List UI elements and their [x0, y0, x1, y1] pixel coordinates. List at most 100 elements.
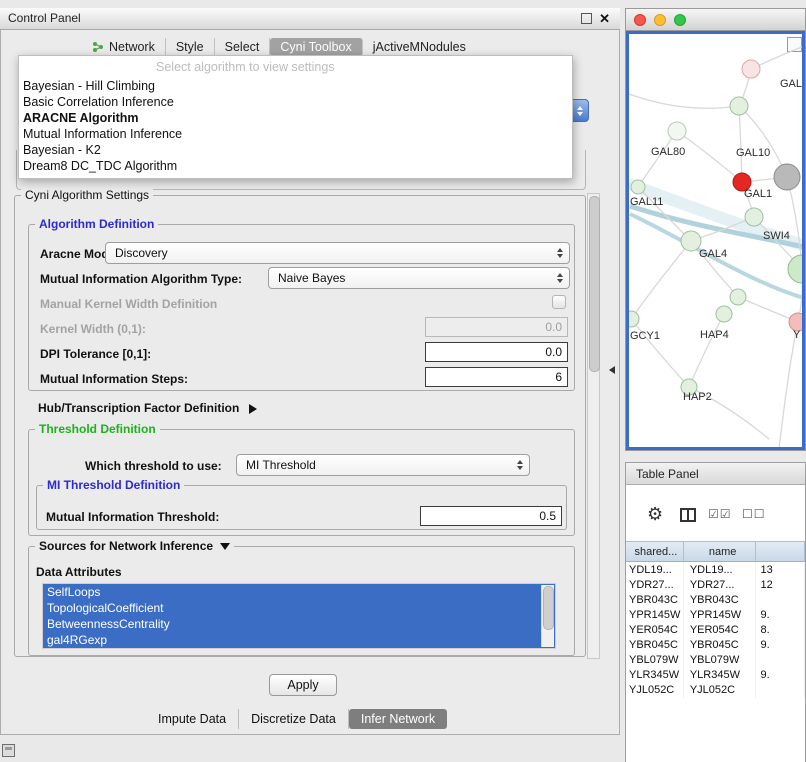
tab-discretize-data[interactable]: Discretize Data	[239, 709, 349, 729]
cell[interactable]: YER054C	[684, 623, 757, 638]
which-threshold-select[interactable]: MI Threshold	[236, 454, 530, 476]
table-row[interactable]: YLR345WYLR345W9.	[626, 668, 805, 683]
table-row[interactable]: YBR043CYBR043C	[626, 593, 805, 608]
deselect-all-icon[interactable]: ☐☐	[742, 507, 766, 521]
table-row[interactable]: YBR045CYBR045C9.	[626, 638, 805, 653]
mi-steps-field[interactable]: 6	[425, 367, 568, 387]
cell[interactable]: YLR345W	[684, 668, 757, 683]
cell[interactable]: YBR043C	[626, 593, 684, 608]
combo-arrows-icon	[557, 273, 563, 283]
table-row[interactable]: YBL079WYBL079W	[626, 653, 805, 668]
cell[interactable]	[756, 653, 805, 668]
combo-value: Discovery	[115, 246, 168, 260]
attribute-item[interactable]: gal4RGexp	[43, 632, 555, 648]
scrollbar-thumb[interactable]	[589, 196, 600, 372]
minimize-button[interactable]	[654, 14, 666, 26]
tab-cyni-toolbox[interactable]: Cyni Toolbox	[270, 38, 362, 56]
mi-type-select[interactable]: Naive Bayes	[268, 267, 570, 289]
cell[interactable]: 9.	[756, 668, 805, 683]
mi-threshold-field[interactable]: 0.5	[420, 506, 562, 526]
cell[interactable]	[756, 683, 805, 698]
network-window-titlebar[interactable]	[626, 9, 805, 31]
columns-icon[interactable]	[680, 508, 696, 522]
cell[interactable]	[756, 593, 805, 608]
table-row[interactable]: YDR27...YDR27...12	[626, 578, 805, 593]
column-header[interactable]: name	[684, 542, 757, 561]
algorithm-option-selected[interactable]: ARACNE Algorithm	[19, 110, 572, 126]
aracne-mode-select[interactable]: Discovery	[105, 242, 570, 264]
table-row[interactable]: YPR145WYPR145W9.	[626, 608, 805, 623]
zoom-button[interactable]	[674, 14, 686, 26]
algorithm-combobox-arrow[interactable]	[571, 99, 589, 122]
cell[interactable]: 13	[756, 563, 805, 578]
algorithm-option[interactable]: Dream8 DC_TDC Algorithm	[19, 158, 572, 174]
table-row[interactable]: YER054CYER054C8.	[626, 623, 805, 638]
attribute-list-scrollbar[interactable]	[541, 585, 554, 647]
control-panel-titlebar[interactable]: Control Panel ✕	[0, 8, 620, 30]
table-row[interactable]: YDL19...YDL19...13	[626, 563, 805, 578]
cell[interactable]: YLR345W	[626, 668, 684, 683]
algorithm-option[interactable]: Bayesian - K2	[19, 142, 572, 158]
settings-scrollbar[interactable]	[587, 193, 600, 659]
network-node[interactable]	[716, 306, 732, 322]
cell[interactable]: YBR043C	[684, 593, 757, 608]
cell[interactable]: YDR27...	[626, 578, 684, 593]
tab-select[interactable]: Select	[215, 38, 271, 56]
tab-network[interactable]: Network	[82, 38, 166, 56]
network-node[interactable]	[631, 180, 645, 194]
attribute-item[interactable]: TopologicalCoefficient	[43, 600, 555, 616]
cell[interactable]: YBL079W	[684, 653, 757, 668]
algorithm-option[interactable]: Mutual Information Inference	[19, 126, 572, 142]
attribute-list[interactable]: SelfLoops TopologicalCoefficient Between…	[42, 583, 556, 649]
cell[interactable]: YDL19...	[626, 563, 684, 578]
tab-jactivemnodules[interactable]: jActiveMNodules	[363, 38, 476, 56]
panel-divider-arrow[interactable]	[609, 366, 615, 374]
cell[interactable]: 9.	[756, 608, 805, 623]
network-node[interactable]	[730, 289, 746, 305]
cell[interactable]: YDR27...	[684, 578, 757, 593]
float-window-icon[interactable]	[581, 13, 592, 24]
cell[interactable]: YBR045C	[684, 638, 757, 653]
close-icon[interactable]: ✕	[599, 12, 610, 25]
cell[interactable]: YPR145W	[684, 608, 757, 623]
cell[interactable]: 9.	[756, 638, 805, 653]
tab-style[interactable]: Style	[166, 38, 215, 56]
gear-icon[interactable]: ⚙	[647, 505, 663, 523]
attribute-item[interactable]: SelfLoops	[43, 584, 555, 600]
column-header[interactable]: shared...	[626, 542, 684, 561]
sources-expander[interactable]: Sources for Network Inference	[35, 539, 234, 553]
tab-impute-data[interactable]: Impute Data	[146, 709, 239, 729]
network-node[interactable]	[730, 97, 748, 115]
network-node[interactable]	[788, 255, 804, 283]
select-all-icon[interactable]: ☑☑	[708, 507, 732, 521]
network-node[interactable]	[745, 208, 763, 226]
hub-definition-expander[interactable]: Hub/Transcription Factor Definition	[38, 400, 257, 416]
attribute-item[interactable]: BetweennessCentrality	[43, 616, 555, 632]
cell[interactable]: YPR145W	[626, 608, 684, 623]
apply-button[interactable]: Apply	[269, 674, 337, 696]
table-row[interactable]: YJL052CYJL052C	[626, 683, 805, 698]
network-node[interactable]	[742, 60, 760, 78]
network-node[interactable]	[774, 164, 800, 190]
cell[interactable]: YBL079W	[626, 653, 684, 668]
close-button[interactable]	[634, 14, 646, 26]
cell[interactable]: YER054C	[626, 623, 684, 638]
cell[interactable]: YJL052C	[684, 683, 757, 698]
column-header[interactable]	[756, 542, 805, 561]
tab-infer-network[interactable]: Infer Network	[349, 709, 447, 729]
network-node[interactable]	[681, 231, 701, 251]
scrollbar-thumb[interactable]	[543, 586, 554, 630]
table-panel-titlebar[interactable]: Table Panel	[626, 463, 805, 485]
cell[interactable]: 12	[756, 578, 805, 593]
dpi-tolerance-field[interactable]: 0.0	[425, 342, 568, 362]
network-node[interactable]	[629, 311, 639, 327]
cell[interactable]: 8.	[756, 623, 805, 638]
cell[interactable]: YBR045C	[626, 638, 684, 653]
network-node[interactable]	[668, 122, 686, 140]
cell[interactable]: YDL19...	[684, 563, 757, 578]
restore-panel-icon[interactable]	[2, 744, 15, 757]
network-canvas[interactable]: GAL GAL80 GAL10 GAL11 GAL1 SWI4 GAL4 GCY…	[626, 31, 805, 450]
algorithm-option[interactable]: Bayesian - Hill Climbing	[19, 78, 572, 94]
cell[interactable]: YJL052C	[626, 683, 684, 698]
algorithm-option[interactable]: Basic Correlation Inference	[19, 94, 572, 110]
